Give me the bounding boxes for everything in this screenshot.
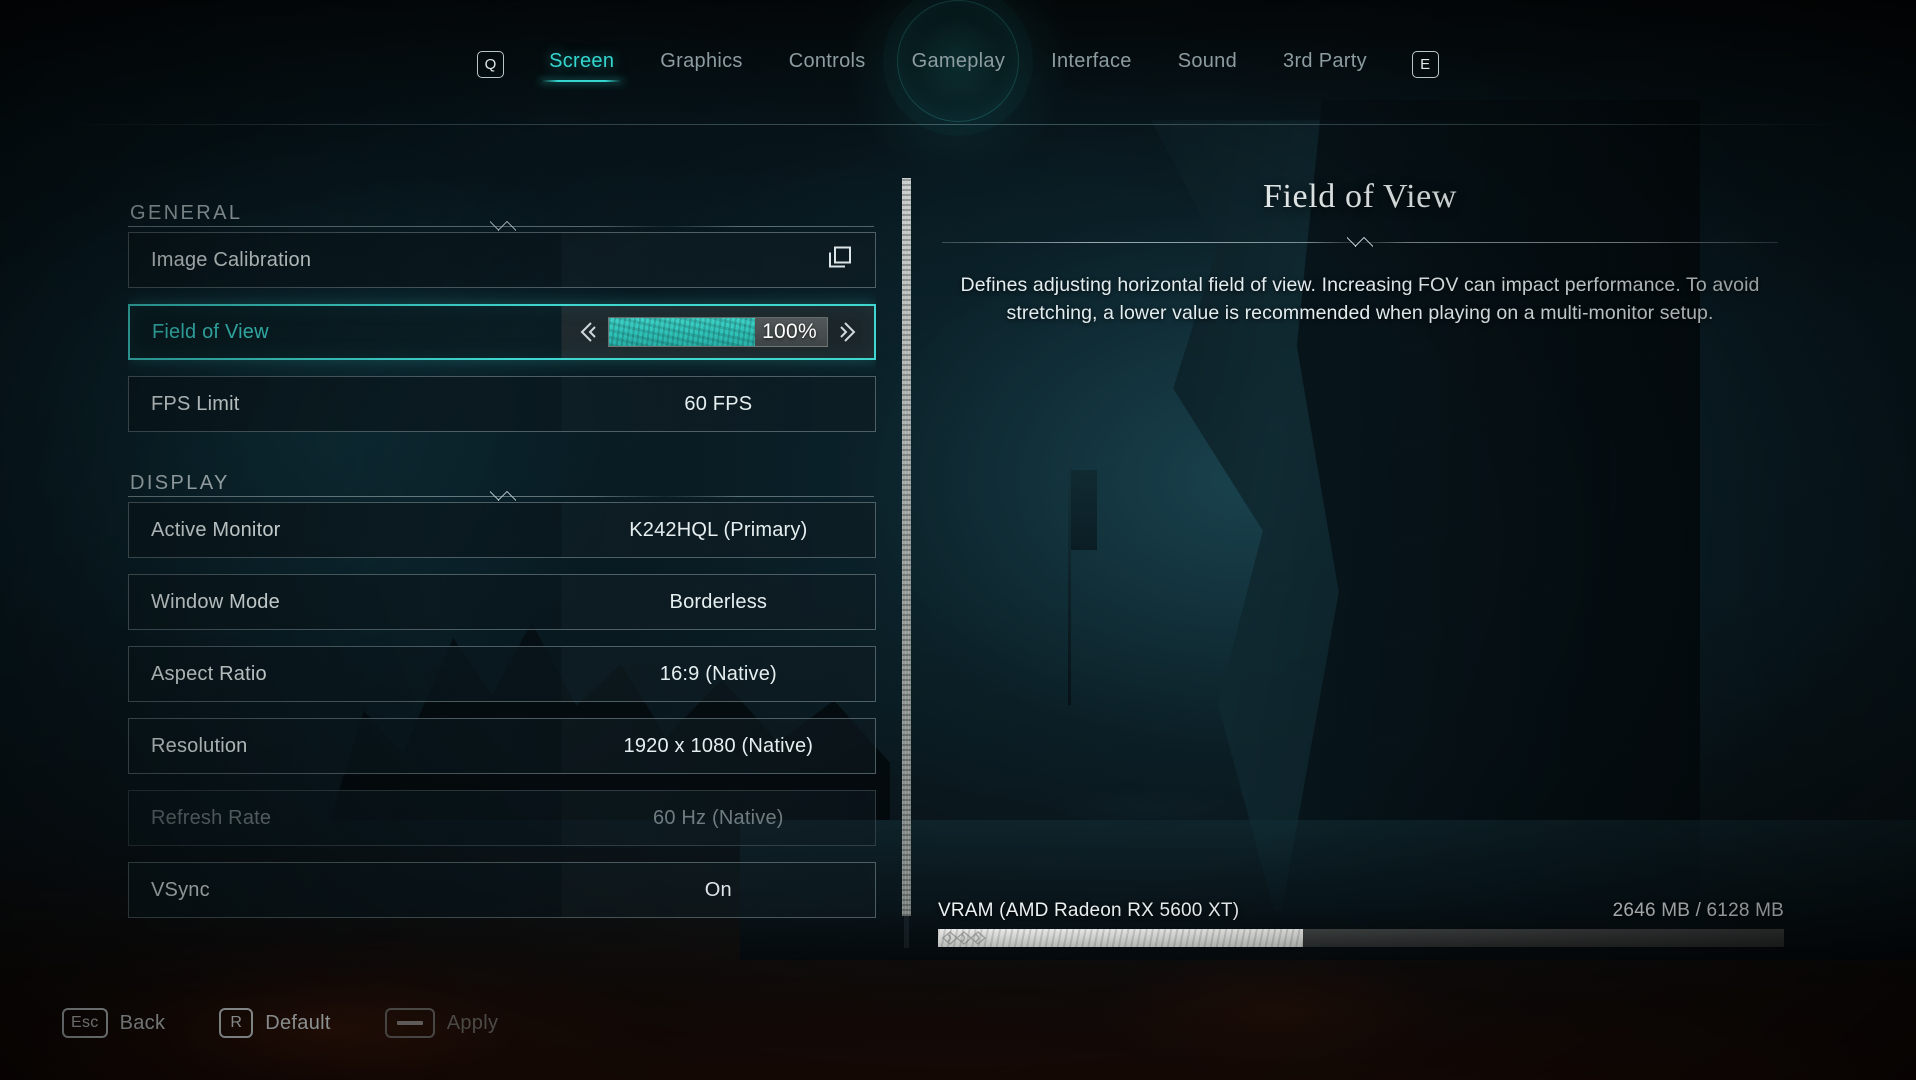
setting-label: Window Mode [129, 591, 280, 614]
settings-group-divider [128, 226, 874, 227]
setting-row-aspect-ratio[interactable]: Aspect Ratio 16:9 (Native) [128, 646, 876, 702]
tab-navigation: Q ScreenGraphicsControlsGameplayInterface… [0, 0, 1916, 128]
chevron-left-icon[interactable] [576, 319, 598, 345]
vram-header: VRAM (AMD Radeon RX 5600 XT) 2646 MB / 6… [938, 900, 1784, 922]
slider-fill [609, 318, 755, 346]
settings-group-header: GENERAL [128, 178, 876, 232]
tab-sound[interactable]: Sound [1155, 42, 1260, 87]
setting-label: Refresh Rate [129, 807, 271, 830]
setting-label: Active Monitor [129, 519, 281, 542]
slider-track[interactable]: 100% [608, 317, 828, 347]
setting-value: 60 FPS [562, 377, 875, 431]
setting-row-field-of-view[interactable]: Field of View 100% [128, 304, 876, 360]
setting-value: On [562, 863, 875, 917]
setting-value: 60 Hz (Native) [562, 791, 875, 845]
detail-description: Defines adjusting horizontal field of vi… [948, 271, 1772, 328]
setting-row-vsync[interactable]: VSync On [128, 862, 876, 918]
action-key-default[interactable]: R [219, 1008, 253, 1038]
settings-group-title: DISPLAY [130, 472, 230, 502]
action-default[interactable]: R Default [219, 1008, 330, 1038]
slider-value: 100% [762, 320, 817, 344]
setting-slider[interactable]: 100% [562, 306, 874, 358]
action-back[interactable]: Esc Back [62, 1008, 165, 1038]
action-label: Apply [447, 1012, 499, 1035]
setting-value: 16:9 (Native) [562, 647, 875, 701]
setting-row-fps-limit[interactable]: FPS Limit 60 FPS [128, 376, 876, 432]
action-label: Back [120, 1012, 166, 1035]
background-ember-glow-right [1100, 930, 1600, 1080]
setting-row-active-monitor[interactable]: Active Monitor K242HQL (Primary) [128, 502, 876, 558]
vram-bar-fill [938, 929, 1303, 947]
setting-label: Resolution [129, 735, 248, 758]
settings-group-header: DISPLAY [128, 448, 876, 502]
nav-next-key[interactable]: E [1412, 51, 1439, 78]
setting-value: K242HQL (Primary) [562, 503, 875, 557]
setting-label: VSync [129, 879, 210, 902]
tab-interface[interactable]: Interface [1028, 42, 1155, 87]
tab-controls[interactable]: Controls [766, 42, 889, 87]
detail-panel: Field of View Defines adjusting horizont… [930, 178, 1790, 328]
tab-3rd-party[interactable]: 3rd Party [1260, 42, 1390, 87]
tab-graphics[interactable]: Graphics [637, 42, 765, 87]
action-bar: Esc Back R Default Apply [62, 1008, 552, 1038]
action-key-apply [385, 1008, 435, 1038]
duplicate-squares-icon[interactable] [827, 245, 853, 276]
settings-list[interactable]: GENERAL Image Calibration Field of View 100… [128, 178, 876, 948]
action-label: Default [265, 1012, 330, 1035]
setting-row-resolution[interactable]: Resolution 1920 x 1080 (Native) [128, 718, 876, 774]
tab-list: Q ScreenGraphicsControlsGameplayInterface… [455, 42, 1461, 87]
settings-group-divider [128, 496, 874, 497]
setting-row-image-calibration[interactable]: Image Calibration [128, 232, 876, 288]
vram-value: 2646 MB / 6128 MB [1613, 900, 1784, 922]
setting-label: Image Calibration [129, 249, 311, 272]
setting-label: Field of View [130, 321, 269, 344]
action-apply: Apply [385, 1008, 499, 1038]
nav-divider [62, 124, 1854, 125]
action-key-back[interactable]: Esc [62, 1008, 108, 1038]
setting-label: FPS Limit [129, 393, 239, 416]
background-ship-sail [1071, 470, 1097, 550]
nav-prev-key[interactable]: Q [477, 51, 504, 78]
tab-screen[interactable]: Screen [526, 42, 637, 87]
setting-label: Aspect Ratio [129, 663, 267, 686]
scrollbar-thumb[interactable] [902, 178, 911, 916]
settings-group-title: GENERAL [130, 202, 242, 232]
vram-label: VRAM (AMD Radeon RX 5600 XT) [938, 900, 1239, 922]
tab-gameplay[interactable]: Gameplay [889, 42, 1029, 87]
detail-divider [942, 242, 1778, 243]
detail-title: Field of View [930, 178, 1790, 216]
knotwork-ornament-icon [940, 931, 1040, 945]
vram-bar-track [938, 929, 1784, 947]
settings-screen: Q ScreenGraphicsControlsGameplayInterface… [0, 0, 1916, 1080]
background-ship [1010, 680, 1290, 830]
settings-scrollbar[interactable] [900, 178, 912, 948]
chevron-right-icon[interactable] [838, 319, 860, 345]
spacebar-icon [397, 1021, 423, 1025]
setting-value: Borderless [562, 575, 875, 629]
setting-row-window-mode[interactable]: Window Mode Borderless [128, 574, 876, 630]
setting-row-refresh-rate: Refresh Rate 60 Hz (Native) [128, 790, 876, 846]
vram-meter: VRAM (AMD Radeon RX 5600 XT) 2646 MB / 6… [938, 900, 1784, 947]
setting-value: 1920 x 1080 (Native) [562, 719, 875, 773]
